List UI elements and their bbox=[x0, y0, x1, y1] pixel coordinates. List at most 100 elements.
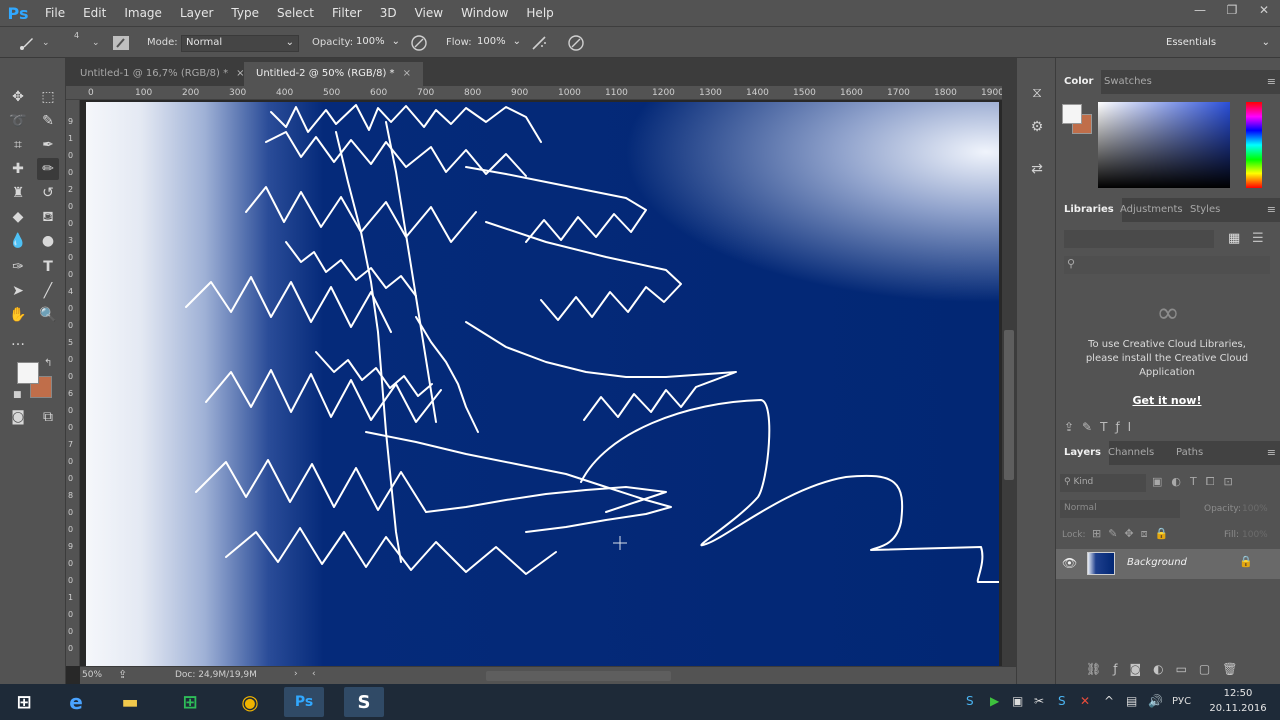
library-search-input[interactable]: ⚲ bbox=[1064, 256, 1270, 274]
tab-paths[interactable]: Paths bbox=[1168, 441, 1211, 465]
more-tools-icon[interactable]: … bbox=[7, 330, 29, 352]
minimize-button[interactable]: — bbox=[1184, 0, 1216, 22]
path-select-tool-icon[interactable]: ➤ bbox=[7, 280, 29, 302]
foreground-color-swatch[interactable] bbox=[17, 362, 39, 384]
panel-menu-icon[interactable]: ≡ bbox=[1267, 203, 1276, 216]
eye-visibility-icon[interactable]: 👁 bbox=[1062, 556, 1077, 570]
layer-kind-filter[interactable]: ⚲ Kind bbox=[1060, 474, 1146, 492]
status-menu-chevron-icon[interactable]: › bbox=[294, 669, 298, 679]
zoom-level[interactable]: 50% bbox=[82, 670, 102, 680]
close-icon[interactable]: × bbox=[403, 68, 411, 79]
workspace-select[interactable]: Essentials ⌄ bbox=[1162, 36, 1274, 53]
chrome-icon[interactable]: ◉ bbox=[230, 687, 270, 717]
pressure-opacity-icon[interactable] bbox=[410, 34, 428, 52]
panel-menu-icon[interactable]: ≡ bbox=[1267, 75, 1276, 88]
history-brush-tool-icon[interactable]: ↺ bbox=[37, 182, 59, 204]
photoshop-taskbar-icon[interactable]: Ps bbox=[284, 687, 324, 717]
store-icon[interactable]: ⊞ bbox=[170, 687, 210, 717]
line-tool-icon[interactable]: ╱ bbox=[37, 280, 59, 302]
menu-file[interactable]: File bbox=[36, 0, 74, 26]
lock-icons[interactable]: ⊞✎✥⧈🔒 bbox=[1092, 527, 1175, 541]
grid-view-icon[interactable]: ▦ bbox=[1228, 231, 1240, 246]
tab-styles[interactable]: Styles bbox=[1182, 198, 1228, 222]
brush-picker-chevron-icon[interactable]: ⌄ bbox=[92, 38, 100, 48]
properties-panel-icon[interactable]: ⚙ bbox=[1026, 116, 1048, 138]
airbrush-icon[interactable] bbox=[530, 34, 548, 52]
list-view-icon[interactable]: ☰ bbox=[1252, 231, 1264, 246]
mode-select[interactable]: Normal ⌄ bbox=[181, 35, 299, 52]
menu-view[interactable]: View bbox=[406, 0, 452, 26]
blur-tool-icon[interactable]: 💧 bbox=[7, 230, 29, 252]
lock-icon[interactable]: 🔒 bbox=[1239, 555, 1253, 568]
panel-menu-icon[interactable]: ≡ bbox=[1267, 446, 1276, 459]
volume-icon[interactable]: 🔊 bbox=[1148, 694, 1163, 708]
menu-select[interactable]: Select bbox=[268, 0, 323, 26]
character-panel-icon[interactable]: ⇄ bbox=[1026, 158, 1048, 180]
quick-select-tool-icon[interactable]: ✎ bbox=[37, 110, 59, 132]
scroll-left-icon[interactable]: ‹ bbox=[312, 669, 316, 679]
crop-tool-icon[interactable]: ⌗ bbox=[7, 134, 29, 156]
tools-tray-icon[interactable]: ✂ bbox=[1034, 694, 1044, 708]
pen-tool-icon[interactable]: ✑ bbox=[7, 256, 29, 278]
close-button[interactable]: ✕ bbox=[1248, 0, 1280, 22]
layers-footer-icons[interactable]: ⛓ƒ◙◐▭▢🗑 bbox=[1086, 662, 1249, 676]
horizontal-scroll-thumb[interactable] bbox=[486, 671, 671, 681]
healing-brush-tool-icon[interactable]: ✚ bbox=[7, 158, 29, 180]
document-canvas[interactable] bbox=[86, 102, 999, 666]
layer-opacity-value[interactable]: 100% bbox=[1242, 504, 1268, 514]
tab-untitled-2[interactable]: Untitled-2 @ 50% (RGB/8) * × bbox=[244, 62, 423, 86]
clock-time[interactable]: 12:50 bbox=[1212, 688, 1264, 699]
lasso-tool-icon[interactable]: ➰ bbox=[7, 110, 29, 132]
vertical-scroll-thumb[interactable] bbox=[1004, 330, 1014, 480]
color-fg-swatch[interactable] bbox=[1062, 104, 1082, 124]
export-icon[interactable]: ⇪ bbox=[118, 668, 127, 681]
menu-filter[interactable]: Filter bbox=[323, 0, 371, 26]
menu-help[interactable]: Help bbox=[517, 0, 562, 26]
file-explorer-icon[interactable]: ▬ bbox=[110, 687, 150, 717]
dodge-tool-icon[interactable]: ● bbox=[37, 230, 59, 252]
skype2-tray-icon[interactable]: S bbox=[1058, 694, 1066, 708]
menu-edit[interactable]: Edit bbox=[74, 0, 115, 26]
menu-window[interactable]: Window bbox=[452, 0, 517, 26]
get-it-now-link[interactable]: Get it now! bbox=[1082, 394, 1252, 407]
tab-channels[interactable]: Channels bbox=[1100, 441, 1162, 465]
move-tool-icon[interactable]: ✥ bbox=[7, 86, 29, 108]
eraser-tool-icon[interactable]: ◆ bbox=[7, 206, 29, 228]
color-picker-field[interactable] bbox=[1098, 102, 1230, 188]
brush-tool-active-icon[interactable]: ✏ bbox=[37, 158, 59, 180]
libraries-footer-icons[interactable]: ⇪✎TƒⅠ bbox=[1064, 420, 1272, 434]
skype-tray-icon[interactable]: S bbox=[966, 694, 974, 708]
default-colors-icon[interactable]: ■ bbox=[13, 390, 22, 400]
clock-date[interactable]: 20.11.2016 bbox=[1208, 703, 1268, 714]
brush-tool-icon[interactable] bbox=[18, 35, 36, 51]
app-tray-icon[interactable]: ✕ bbox=[1080, 694, 1090, 708]
layer-filter-icons[interactable]: ▣◐T⧠⊡ bbox=[1152, 475, 1242, 489]
blend-mode-select[interactable]: Normal bbox=[1060, 500, 1180, 518]
layer-row-background[interactable]: 👁 Background 🔒 bbox=[1056, 549, 1280, 579]
layer-name[interactable]: Background bbox=[1127, 557, 1187, 568]
clone-stamp-tool-icon[interactable]: ♜ bbox=[7, 182, 29, 204]
brush-size-value[interactable]: 4 bbox=[74, 31, 79, 40]
quick-mask-icon[interactable]: ◙ bbox=[7, 406, 29, 428]
eyedropper-tool-icon[interactable]: ✒ bbox=[37, 134, 59, 156]
internet-explorer-icon[interactable]: e bbox=[56, 687, 96, 717]
hand-tool-icon[interactable]: ✋ bbox=[7, 304, 29, 326]
canvas-workspace[interactable] bbox=[80, 100, 1002, 666]
screen-recorder-icon[interactable]: S bbox=[344, 687, 384, 717]
tab-adjustments[interactable]: Adjustments bbox=[1112, 198, 1191, 222]
start-windows-icon[interactable]: ⊞ bbox=[4, 687, 44, 717]
marquee-tool-icon[interactable]: ⬚ bbox=[37, 86, 59, 108]
network-icon[interactable]: ▤ bbox=[1126, 694, 1137, 708]
hue-slider[interactable] bbox=[1246, 102, 1262, 188]
type-tool-icon[interactable]: T bbox=[37, 256, 59, 278]
image-tray-icon[interactable]: ▣ bbox=[1012, 694, 1023, 708]
restore-button[interactable]: ❐ bbox=[1216, 0, 1248, 22]
play-tray-icon[interactable]: ▶ bbox=[990, 694, 999, 708]
tab-untitled-1[interactable]: Untitled-1 @ 16,7% (RGB/8) * × bbox=[68, 62, 257, 86]
library-select[interactable] bbox=[1064, 230, 1214, 248]
paint-bucket-tool-icon[interactable]: ⛾ bbox=[37, 206, 59, 228]
screen-mode-icon[interactable]: ⧉ bbox=[37, 406, 59, 428]
brush-panel-icon[interactable] bbox=[112, 35, 130, 51]
show-hidden-icons-icon[interactable]: ^ bbox=[1104, 694, 1114, 708]
menu-layer[interactable]: Layer bbox=[171, 0, 222, 26]
